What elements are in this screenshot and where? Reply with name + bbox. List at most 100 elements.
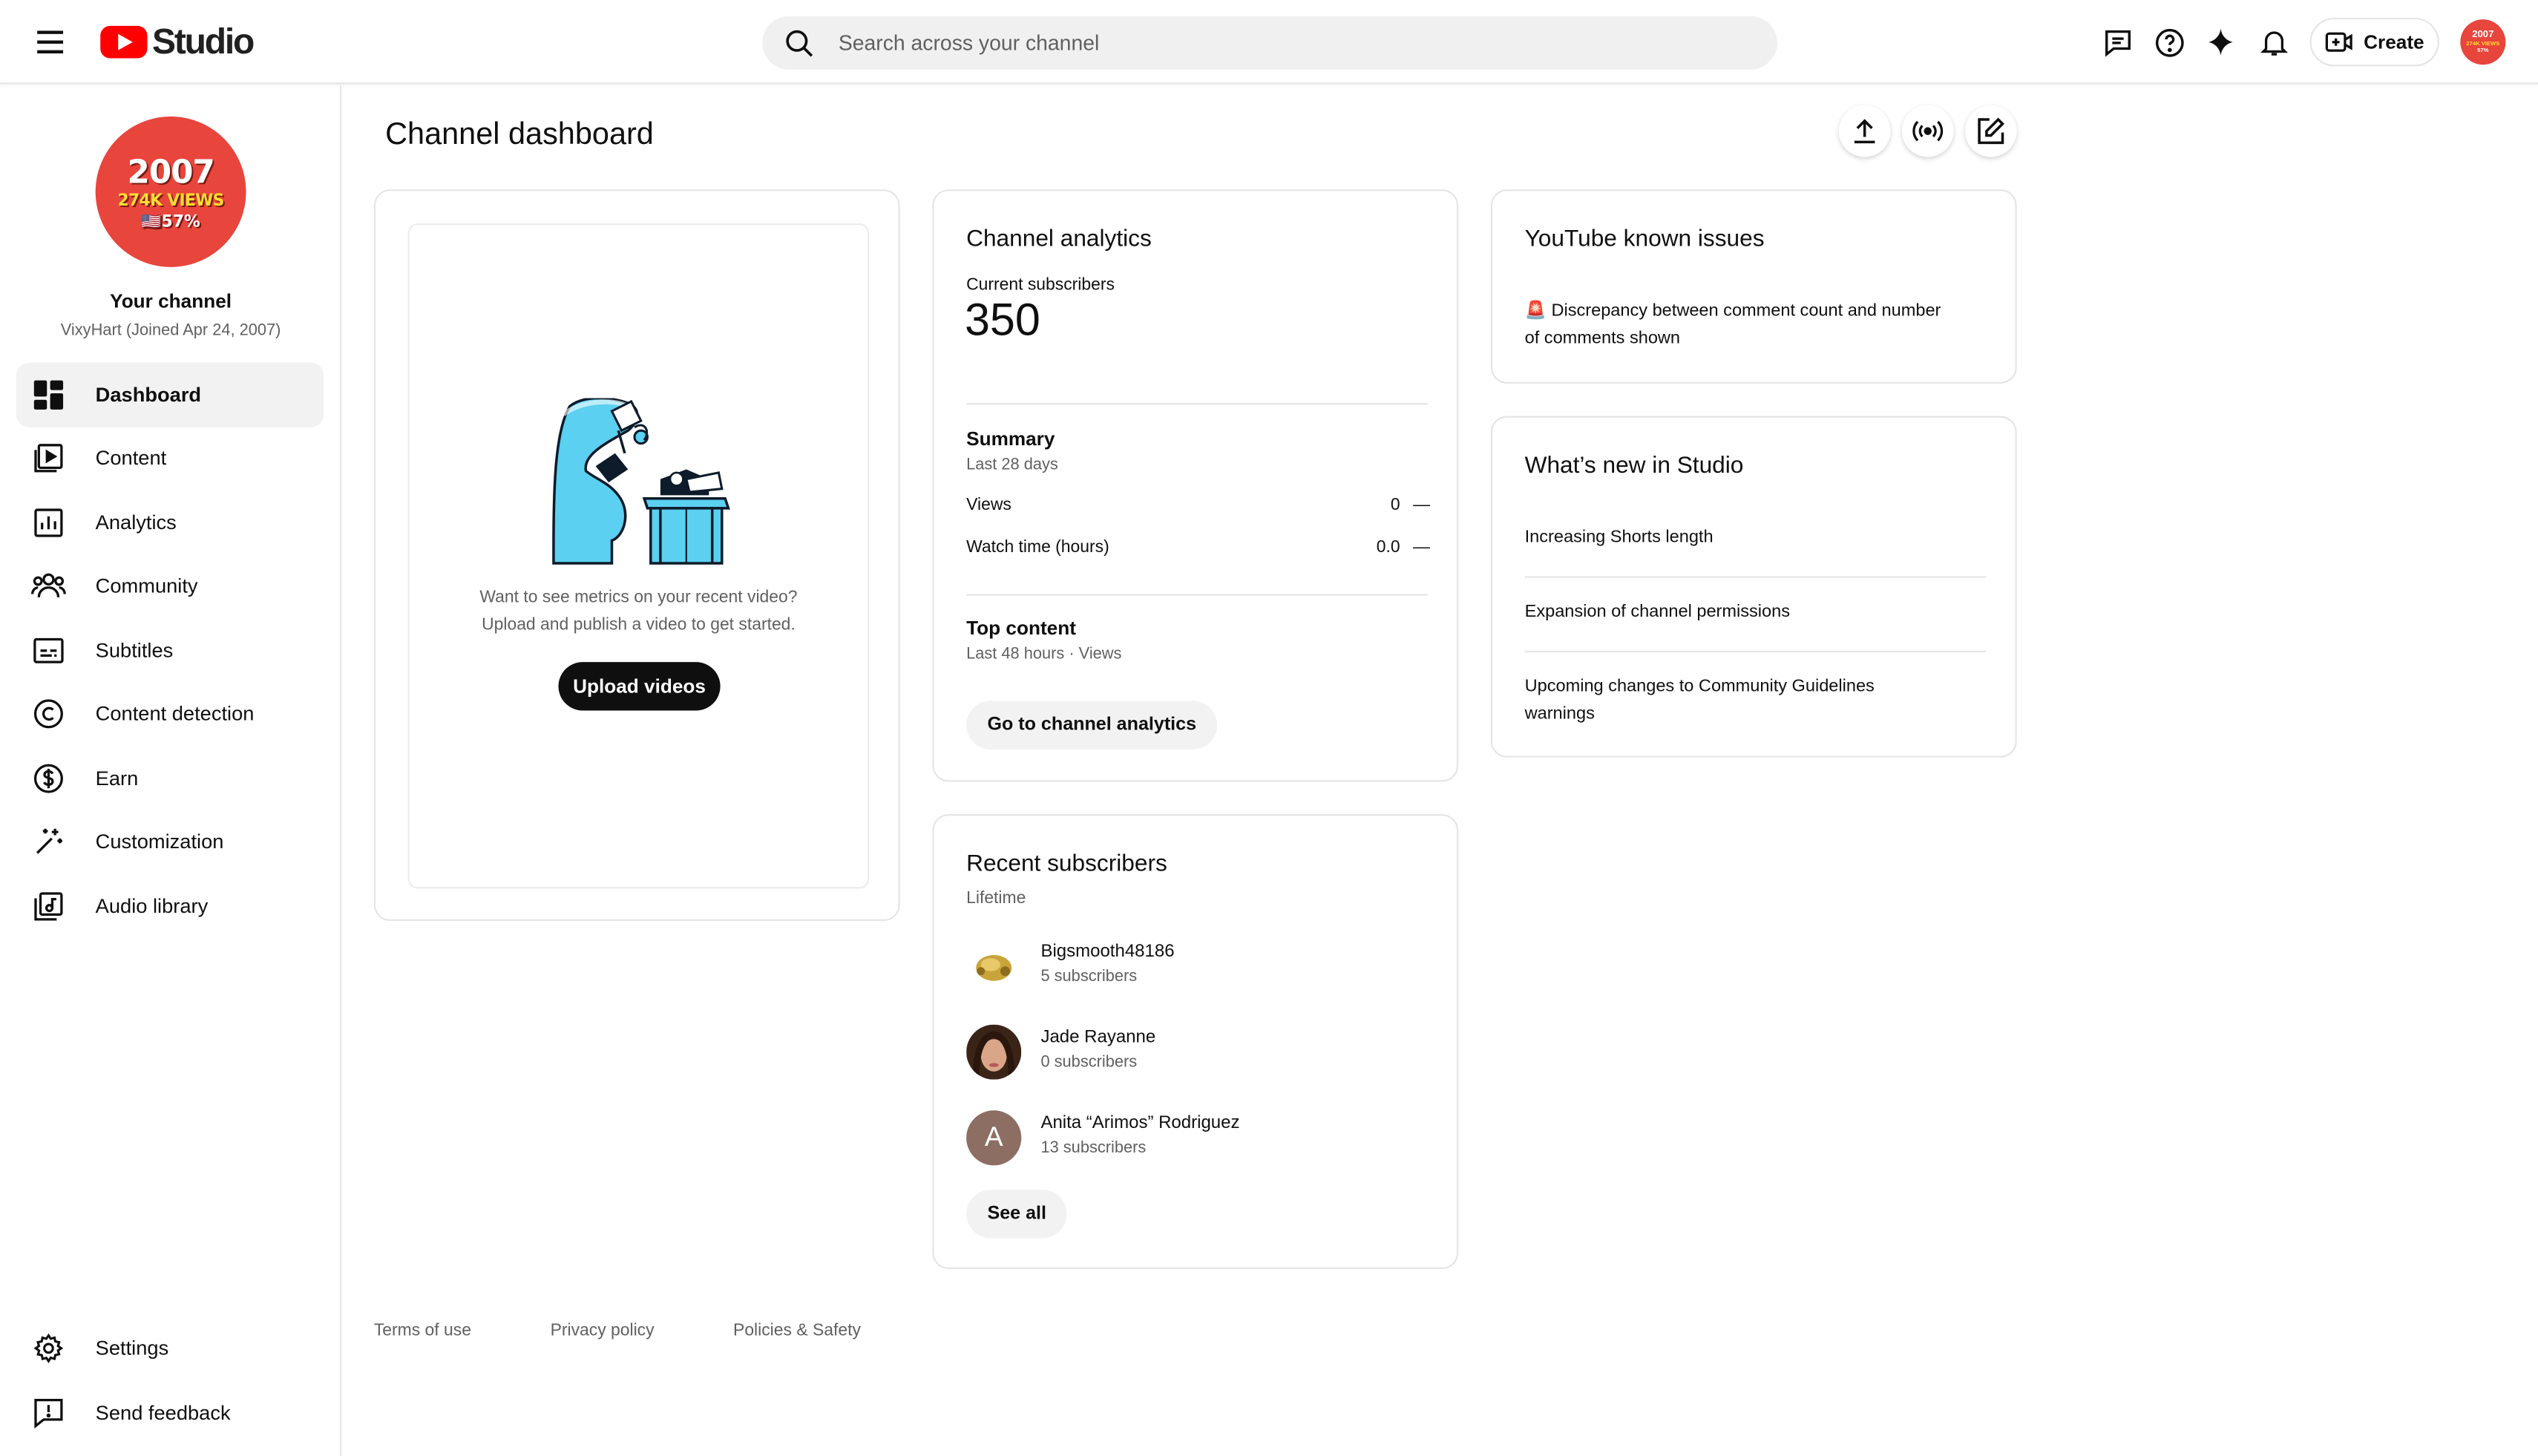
upload-card-inner: Want to see metrics on your recent video… xyxy=(407,223,870,889)
top-content-title: Top content xyxy=(966,617,1076,640)
live-broadcast-icon xyxy=(1912,120,1944,142)
edit-icon xyxy=(1978,117,2004,145)
divider xyxy=(966,594,1428,596)
summary-title: Summary xyxy=(966,427,1055,450)
recent-subscribers-card: Recent subscribers Lifetime Bigsmooth481… xyxy=(932,814,1459,1269)
news-item[interactable]: Expansion of channel permissions xyxy=(1525,599,1987,626)
news-item-line1: Upcoming changes to Community Guidelines xyxy=(1524,676,1875,696)
sidebar-item-settings[interactable]: Settings xyxy=(16,1316,324,1380)
known-issues-title: YouTube known issues xyxy=(1524,226,1765,253)
news-item[interactable]: Increasing Shorts length xyxy=(1525,525,1987,552)
top-bar: Studio Create 2007 274K VIEWS 57% xyxy=(0,0,2538,85)
search-bar[interactable] xyxy=(762,16,1777,70)
page-title: Channel dashboard xyxy=(385,118,654,153)
community-icon xyxy=(16,570,81,603)
sidebar-item-content[interactable]: Content xyxy=(16,426,324,491)
create-video-icon xyxy=(2326,32,2353,52)
channel-title[interactable]: Your channel xyxy=(0,289,341,312)
sidebar-item-label: Settings xyxy=(95,1337,169,1360)
go-live-button[interactable] xyxy=(1901,105,1954,157)
known-issue-line1: 🚨 Discrepancy between comment count and … xyxy=(1524,301,1941,321)
upload-icon xyxy=(1854,119,1875,144)
studio-logo[interactable]: Studio xyxy=(100,21,255,62)
sidebar-item-label: Send feedback xyxy=(95,1401,231,1425)
top-content-period: Last 48 hours · Views xyxy=(966,646,1122,664)
analytics-icon xyxy=(16,507,81,540)
watch-time-label: Watch time (hours) xyxy=(966,537,1109,557)
dollar-icon xyxy=(16,762,81,795)
sidebar-item-send-feedback[interactable]: Send feedback xyxy=(16,1380,324,1445)
create-post-button[interactable] xyxy=(1964,105,2017,157)
news-item[interactable]: Upcoming changes to Community Guidelines… xyxy=(1525,673,1987,728)
watch-time-value: 0.0 xyxy=(1376,537,1400,557)
known-issue-item[interactable]: 🚨 Discrepancy between comment count and … xyxy=(1525,298,1987,352)
sidebar-item-label: Dashboard xyxy=(95,383,202,407)
sidebar-item-audio-library[interactable]: Audio library xyxy=(16,874,324,939)
watch-time-trend: — xyxy=(1413,537,1431,557)
sidebar-item-dashboard[interactable]: Dashboard xyxy=(16,362,324,427)
views-value: 0 xyxy=(1390,495,1400,515)
notifications-bell-icon[interactable] xyxy=(2255,23,2293,62)
terms-of-use-link[interactable]: Terms of use xyxy=(374,1321,471,1340)
sparkle-icon[interactable] xyxy=(2201,23,2240,62)
sidebar-item-label: Audio library xyxy=(95,895,209,918)
sidebar-item-customization[interactable]: Customization xyxy=(16,810,324,874)
subscriber-row[interactable]: Jade Rayanne 0 subscribers xyxy=(966,1024,1428,1080)
subscriber-name[interactable]: Jade Rayanne xyxy=(1040,1028,1155,1047)
summary-period: Last 28 days xyxy=(966,456,1058,475)
audio-library-icon xyxy=(16,891,81,923)
subscriber-row[interactable]: A Anita “Arimos” Rodriguez 13 subscriber… xyxy=(966,1110,1428,1166)
divider xyxy=(1524,650,1987,652)
sidebar-item-earn[interactable]: Earn xyxy=(16,746,324,810)
menu-icon[interactable] xyxy=(33,23,68,62)
current-subscribers-label: Current subscribers xyxy=(966,275,1115,295)
search-icon xyxy=(786,29,813,56)
sidebar-item-subtitles[interactable]: Subtitles xyxy=(16,618,324,683)
sidebar-item-content-detection[interactable]: Content detection xyxy=(16,681,324,746)
policies-safety-link[interactable]: Policies & Safety xyxy=(733,1321,861,1340)
upload-videos-button[interactable]: Upload videos xyxy=(558,662,721,711)
channel-analytics-card: Channel analytics Current subscribers 35… xyxy=(932,189,1459,782)
search-input[interactable] xyxy=(838,30,1745,56)
sidebar-item-label: Analytics xyxy=(95,511,177,534)
whats-new-card: What’s new in Studio Increasing Shorts l… xyxy=(1490,416,2017,758)
subscriber-avatar xyxy=(966,1024,1022,1080)
sidebar-item-label: Content detection xyxy=(95,702,255,726)
news-item-line2: warnings xyxy=(1524,704,1595,724)
known-issues-card: YouTube known issues 🚨 Discrepancy betwe… xyxy=(1490,189,2017,384)
subscriber-avatar: A xyxy=(966,1110,1022,1166)
subscriber-name[interactable]: Anita “Arimos” Rodriguez xyxy=(1040,1114,1239,1133)
divider xyxy=(966,403,1428,405)
subscriber-avatar xyxy=(966,939,1022,994)
sidebar-item-label: Earn xyxy=(95,767,139,790)
copyright-icon xyxy=(16,698,81,730)
channel-avatar[interactable]: 2007 274K VIEWS 🇺🇸57% xyxy=(95,117,246,267)
content-icon xyxy=(16,442,81,474)
channel-subtitle: VixyHart (Joined Apr 24, 2007) xyxy=(60,322,281,341)
account-avatar[interactable]: 2007 274K VIEWS 57% xyxy=(2460,19,2506,65)
subscriber-row[interactable]: Bigsmooth48186 5 subscribers xyxy=(966,939,1428,994)
feedback-icon xyxy=(16,1397,81,1429)
feedback-messages-icon[interactable] xyxy=(2098,23,2137,62)
known-issue-line2: of comments shown xyxy=(1524,328,1681,348)
sidebar-item-community[interactable]: Community xyxy=(16,554,324,618)
gear-icon xyxy=(16,1332,81,1365)
create-button[interactable]: Create xyxy=(2309,17,2439,67)
account-avatar-line1: 2007 xyxy=(2472,30,2494,40)
youtube-play-icon xyxy=(100,25,148,59)
account-avatar-line2: 274K VIEWS xyxy=(2466,39,2500,47)
help-icon[interactable] xyxy=(2150,23,2188,62)
current-subscribers-value: 350 xyxy=(964,294,1040,345)
subscriber-name[interactable]: Bigsmooth48186 xyxy=(1040,942,1174,961)
upload-button[interactable] xyxy=(1838,105,1891,157)
sidebar-item-label: Community xyxy=(95,574,198,597)
privacy-policy-link[interactable]: Privacy policy xyxy=(551,1321,655,1340)
create-label: Create xyxy=(2364,30,2424,53)
see-all-button[interactable]: See all xyxy=(966,1190,1068,1239)
analytics-card-title: Channel analytics xyxy=(966,226,1152,253)
magic-wand-icon xyxy=(16,825,81,858)
go-to-channel-analytics-button[interactable]: Go to channel analytics xyxy=(966,701,1218,750)
views-trend: — xyxy=(1413,495,1431,515)
sidebar-item-analytics[interactable]: Analytics xyxy=(16,491,324,555)
upload-prompt-text: Want to see metrics on your recent video… xyxy=(410,584,868,639)
